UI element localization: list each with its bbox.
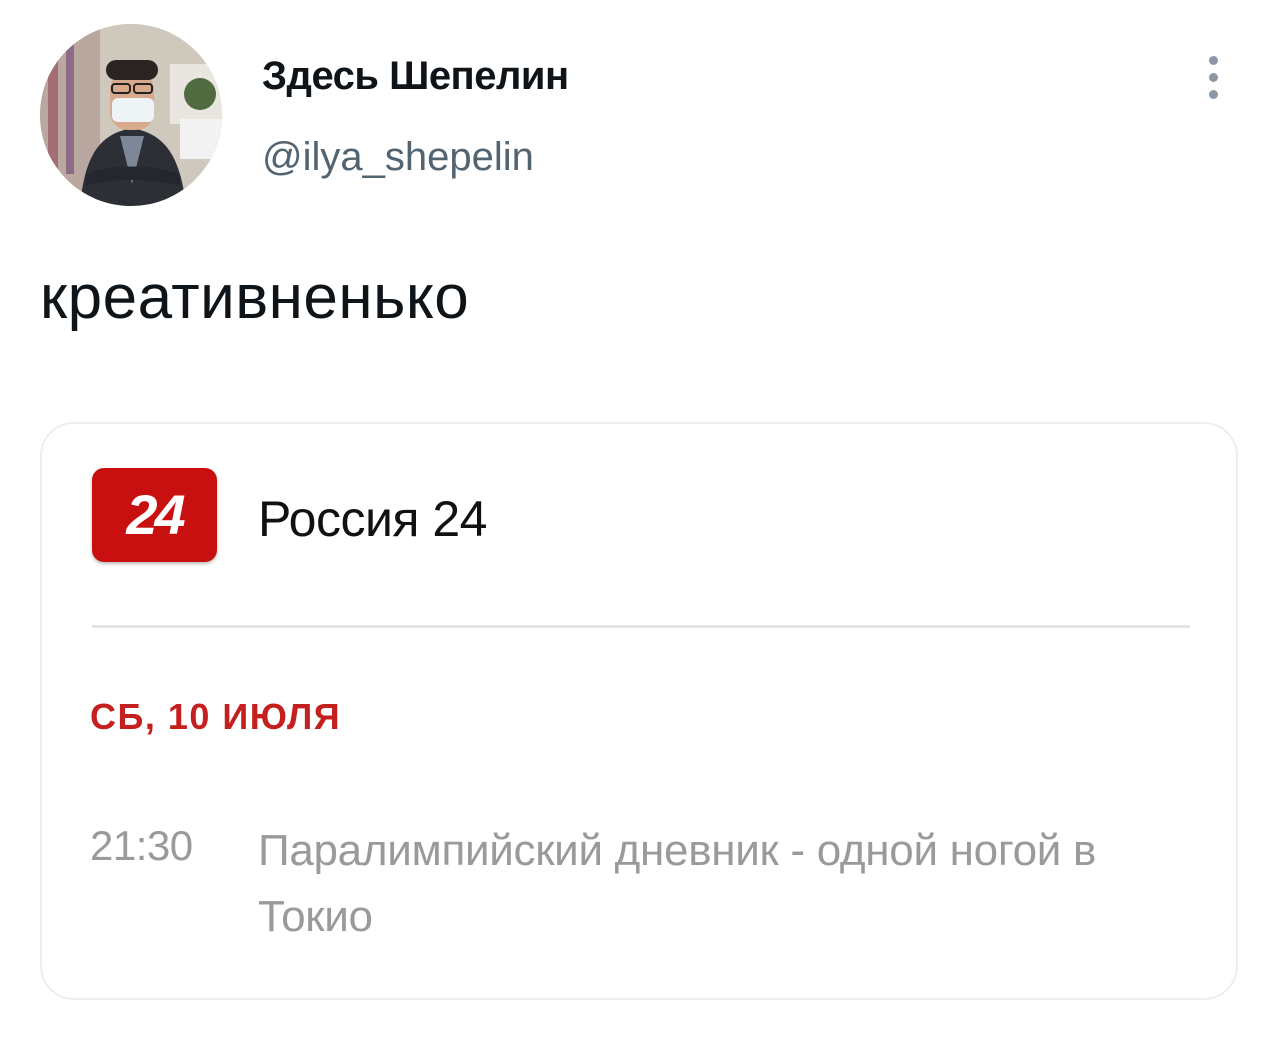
tweet-text: креативненько	[40, 263, 470, 332]
card-divider	[92, 625, 1190, 628]
more-vertical-icon[interactable]	[1196, 54, 1232, 102]
author-display-name[interactable]: Здесь Шепелин	[262, 54, 569, 99]
schedule-date: СБ, 10 ИЮЛЯ	[90, 696, 342, 737]
author-handle[interactable]: @ilya_shepelin	[262, 135, 534, 180]
program-time: 21:30	[90, 822, 193, 869]
avatar-photo	[40, 24, 222, 206]
channel-logo-text: 24	[126, 483, 185, 546]
channel-name: Россия 24	[258, 491, 487, 547]
channel-logo: 24	[92, 468, 217, 562]
avatar[interactable]	[40, 24, 222, 206]
program-title: Паралимпийский дневник - одной ногой в Т…	[258, 826, 1097, 941]
